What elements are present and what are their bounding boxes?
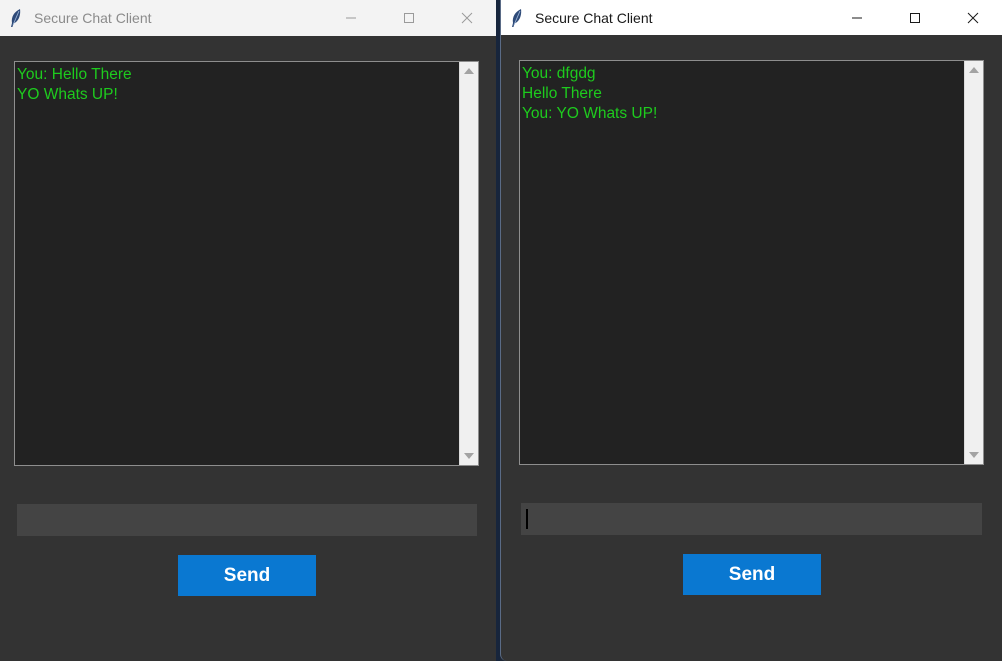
message-line: Hello There: [522, 85, 602, 102]
text-cursor: [526, 509, 528, 529]
chat-history[interactable]: You: dfgdg Hello There You: YO Whats UP!: [519, 60, 984, 465]
feather-icon: [510, 8, 526, 28]
scroll-down-arrow-icon[interactable]: [464, 453, 474, 459]
scroll-down-arrow-icon[interactable]: [969, 452, 979, 458]
message-list: You: Hello There YO Whats UP!: [17, 65, 458, 105]
window-title: Secure Chat Client: [535, 9, 653, 26]
window-title: Secure Chat Client: [34, 10, 152, 26]
message-line: You: dfgdg: [522, 65, 596, 82]
send-button[interactable]: Send: [178, 555, 316, 596]
chat-window-left: Secure Chat Client You: Hello There YO W…: [0, 0, 496, 661]
chat-window-right: Secure Chat Client You: dfgdg Hello Ther…: [500, 0, 1002, 661]
message-line: YO Whats UP!: [17, 86, 118, 103]
maximize-icon[interactable]: [886, 0, 944, 35]
title-bar[interactable]: Secure Chat Client: [501, 0, 1002, 35]
send-button[interactable]: Send: [683, 554, 821, 595]
chat-scrollbar[interactable]: [459, 62, 478, 465]
message-list: You: dfgdg Hello There You: YO Whats UP!: [522, 64, 963, 124]
message-input[interactable]: [17, 504, 477, 536]
maximize-icon[interactable]: [380, 0, 438, 36]
feather-icon: [9, 8, 25, 28]
message-line: You: Hello There: [17, 66, 132, 83]
message-input[interactable]: [521, 503, 982, 535]
close-icon[interactable]: [944, 0, 1002, 35]
close-icon[interactable]: [438, 0, 496, 36]
scroll-up-arrow-icon[interactable]: [969, 67, 979, 73]
minimize-icon[interactable]: [828, 0, 886, 35]
title-bar[interactable]: Secure Chat Client: [0, 0, 496, 36]
scroll-up-arrow-icon[interactable]: [464, 68, 474, 74]
chat-history[interactable]: You: Hello There YO Whats UP!: [14, 61, 479, 466]
message-line: You: YO Whats UP!: [522, 105, 658, 122]
chat-scrollbar[interactable]: [964, 61, 983, 464]
minimize-icon[interactable]: [322, 0, 380, 36]
